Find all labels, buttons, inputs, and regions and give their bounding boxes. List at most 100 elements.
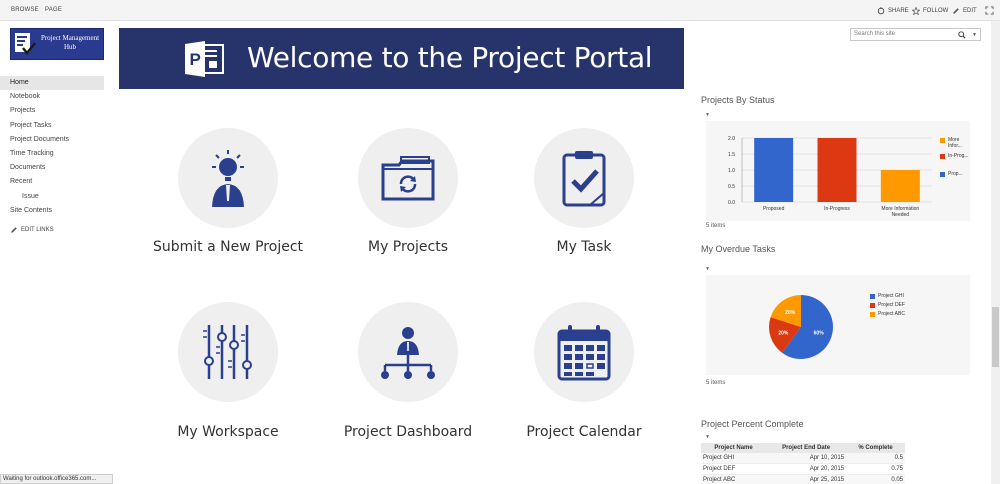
column-header[interactable]: Project End Date	[766, 443, 847, 453]
bar	[817, 138, 857, 202]
svg-text:P: P	[190, 50, 201, 69]
tile-my-task[interactable]: My Task	[504, 128, 664, 255]
star-icon	[912, 6, 920, 15]
chevron-down-icon[interactable]: ▼	[705, 266, 710, 272]
chevron-down-icon[interactable]: ▼	[705, 112, 710, 118]
table-cell: Apr 25, 2015	[766, 474, 847, 484]
page-scrollbar[interactable]	[991, 21, 1000, 484]
edit-button[interactable]: EDIT	[952, 5, 977, 16]
tile-label: My Projects	[367, 239, 448, 255]
table-cell: Apr 20, 2015	[766, 463, 847, 475]
tile-circle	[358, 302, 458, 402]
follow-button[interactable]: FOLLOW	[912, 5, 948, 16]
legend-swatch	[940, 172, 945, 177]
y-tick-label: 2.0	[728, 136, 735, 142]
search-box[interactable]: Search this site ▼	[850, 28, 981, 41]
pie-data-label: 60%	[814, 331, 825, 337]
pencil-icon	[11, 227, 17, 233]
nav-item-issue[interactable]: Issue	[0, 190, 104, 204]
share-icon	[877, 6, 885, 14]
status-chart-title[interactable]: Projects By Status	[701, 95, 775, 105]
status-bar-chart: 0.0 0.5 1.0 1.5 2.0 Proposed In-Progress More I…	[728, 136, 932, 218]
chevron-down-icon[interactable]: ▼	[705, 434, 710, 440]
tile-circle	[534, 128, 634, 228]
browser-status-bar: Waiting for outlook.office365.com...	[0, 474, 113, 484]
column-header[interactable]: Project Name	[701, 443, 767, 453]
search-scope-dropdown-icon[interactable]: ▼	[972, 32, 977, 38]
nav-item-recent[interactable]: Recent	[0, 175, 104, 189]
legend-label: Project GHI	[878, 293, 904, 299]
tab-browse[interactable]: BROWSE	[11, 7, 39, 13]
overdue-chart-area: 60% 20% 20% Project GHI Project DEF Project …	[706, 275, 970, 375]
table-cell: 0.75	[846, 463, 905, 475]
project-hub-logo-icon	[15, 33, 36, 56]
status-chart-legend: More Infor... In-Prog... Prop...	[940, 137, 970, 197]
nav-item-documents[interactable]: Documents	[0, 161, 104, 175]
legend-swatch	[940, 154, 945, 159]
tile-label: My Workspace	[177, 424, 279, 440]
percent-table-title[interactable]: Project Percent Complete	[701, 419, 804, 429]
nav-item-notebook[interactable]: Notebook	[0, 90, 104, 104]
overdue-chart-title[interactable]: My Overdue Tasks	[701, 244, 775, 254]
legend-swatch	[870, 312, 875, 317]
overdue-chart-item-count: 5 items	[706, 380, 726, 386]
follow-label: FOLLOW	[923, 7, 949, 14]
tile-label: Project Calendar	[526, 424, 642, 440]
pencil-icon	[953, 7, 959, 14]
x-tick-label: More Information Needed	[881, 206, 919, 218]
nav-item-site-contents[interactable]: Site Contents	[0, 204, 104, 218]
tile-circle	[178, 302, 278, 402]
table-row: Project ABC Apr 25, 2015 0.05	[701, 474, 905, 484]
status-chart-item-count: 5 items	[706, 223, 726, 229]
search-icon[interactable]	[958, 31, 966, 39]
lightbulb-person-icon	[212, 150, 244, 207]
quick-launch-nav: Home Notebook Projects Project Tasks Pro…	[0, 76, 104, 218]
org-chart-icon	[381, 327, 435, 379]
y-tick-label: 1.5	[728, 152, 735, 158]
legend-swatch	[940, 138, 945, 143]
site-logo[interactable]: Project Management Hub	[10, 28, 104, 60]
logo-text: Project Management Hub	[40, 34, 100, 51]
tile-project-dashboard[interactable]: Project Dashboard	[328, 302, 488, 440]
y-tick-label: 1.0	[728, 168, 735, 174]
share-button[interactable]: SHARE	[877, 5, 909, 16]
edit-links-button[interactable]: EDIT LINKS	[10, 226, 54, 234]
legend-label: In-Prog...	[948, 153, 969, 159]
percent-complete-table: Project Name Project End Date % Complete…	[701, 443, 905, 484]
table-cell: 0.05	[846, 474, 905, 484]
project-app-icon: P	[185, 41, 224, 77]
page-title: Welcome to the Project Portal	[247, 41, 653, 74]
pie-data-label: 20%	[785, 310, 796, 316]
clipboard-check-icon	[562, 151, 606, 207]
y-tick-label: 0.5	[728, 184, 735, 190]
nav-item-projects[interactable]: Projects	[0, 104, 104, 118]
bar	[880, 170, 920, 202]
legend-label: Prop...	[948, 171, 963, 177]
tile-circle	[534, 302, 634, 402]
search-placeholder: Search this site	[854, 31, 896, 37]
focus-on-content-icon[interactable]	[985, 6, 994, 15]
edit-label: EDIT	[963, 7, 977, 14]
table-header-row: Project Name Project End Date % Complete	[701, 443, 905, 453]
column-header[interactable]: % Complete	[846, 443, 905, 453]
share-label: SHARE	[888, 7, 909, 14]
tile-my-workspace[interactable]: My Workspace	[148, 302, 308, 440]
scrollbar-thumb[interactable]	[992, 307, 999, 367]
folder-sync-icon	[381, 156, 435, 201]
nav-item-home[interactable]: Home	[0, 76, 104, 91]
y-tick-label: 0.0	[728, 200, 735, 206]
nav-item-time-tracking[interactable]: Time Tracking	[0, 147, 104, 161]
legend-swatch	[870, 294, 875, 299]
legend-label: Project DEF	[878, 302, 905, 308]
tile-submit-new-project[interactable]: Submit a New Project	[148, 128, 308, 255]
tile-label: Submit a New Project	[152, 239, 304, 255]
tile-my-projects[interactable]: My Projects	[328, 128, 488, 255]
tile-project-calendar[interactable]: Project Calendar	[504, 302, 664, 440]
tab-page[interactable]: PAGE	[45, 7, 62, 13]
nav-item-project-tasks[interactable]: Project Tasks	[0, 119, 104, 133]
x-tick-label: In-Progress	[824, 206, 850, 212]
table-cell: Project DEF	[701, 463, 767, 475]
nav-item-project-documents[interactable]: Project Documents	[0, 133, 104, 147]
sliders-icon	[203, 325, 252, 379]
pie-data-label: 20%	[778, 331, 789, 337]
